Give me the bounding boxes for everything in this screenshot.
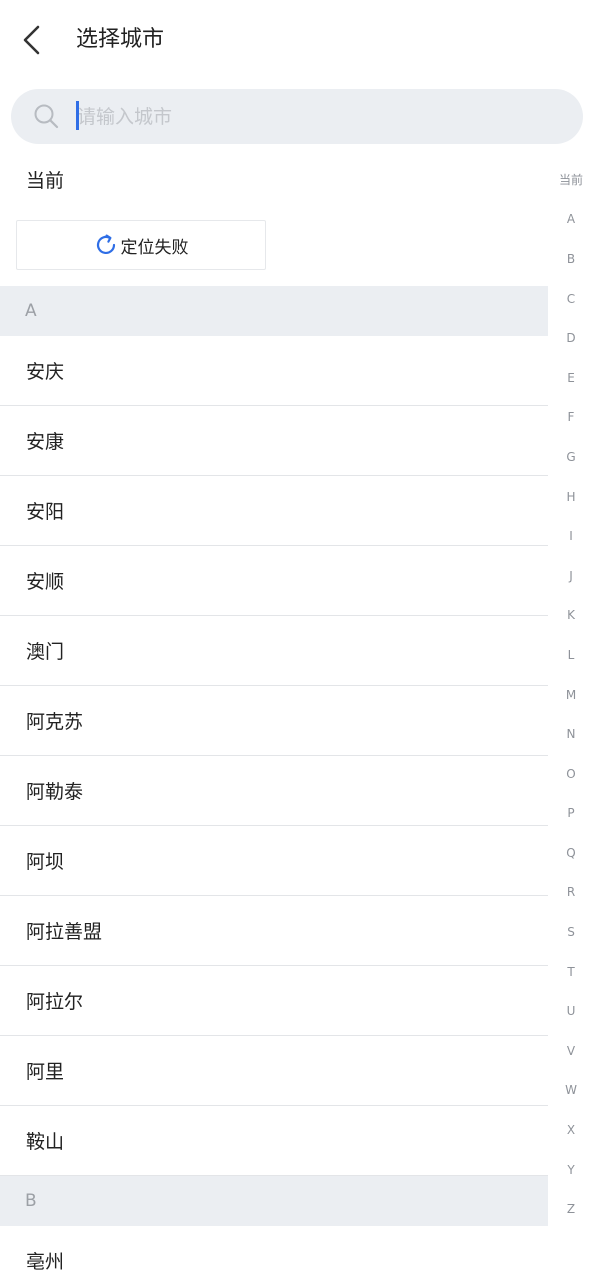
index-letter[interactable]: B <box>552 239 590 279</box>
index-letter[interactable]: 当前 <box>552 160 590 200</box>
page-title: 选择城市 <box>76 27 165 52</box>
city-item[interactable]: 鞍山 <box>0 1106 548 1176</box>
index-letter[interactable]: U <box>552 991 590 1031</box>
index-letter[interactable]: P <box>552 794 590 834</box>
index-letter[interactable]: Z <box>552 1189 590 1229</box>
city-item[interactable]: 安阳 <box>0 476 548 546</box>
index-letter[interactable]: V <box>552 1031 590 1071</box>
text-cursor <box>76 101 79 130</box>
city-list: A 安庆 安康 安阳 安顺 澳门 阿克苏 阿勒泰 阿坝 阿拉善盟 阿拉尔 阿里 鞍山 B 亳州 <box>0 286 548 1280</box>
index-letter[interactable]: E <box>552 358 590 398</box>
index-letter[interactable]: T <box>552 952 590 992</box>
index-letter[interactable]: W <box>552 1071 590 1111</box>
index-letter[interactable]: N <box>552 714 590 754</box>
city-item[interactable]: 安顺 <box>0 546 548 616</box>
section-header: A <box>0 286 548 336</box>
index-letter[interactable]: G <box>552 437 590 477</box>
city-item[interactable]: 澳门 <box>0 616 548 686</box>
index-letter[interactable]: F <box>552 398 590 438</box>
locate-button[interactable]: 定位失败 <box>16 220 266 270</box>
index-letter[interactable]: O <box>552 754 590 794</box>
city-item[interactable]: 安庆 <box>0 336 548 406</box>
index-letter[interactable]: D <box>552 318 590 358</box>
city-item[interactable]: 阿克苏 <box>0 686 548 756</box>
city-item[interactable]: 阿拉尔 <box>0 966 548 1036</box>
section-header: B <box>0 1176 548 1226</box>
alphabet-index-bar[interactable]: 当前 A B C D E F G H I J K L M N O P Q R S T U V W X Y Z <box>552 160 590 1229</box>
index-letter[interactable]: L <box>552 635 590 675</box>
index-letter[interactable]: M <box>552 675 590 715</box>
city-item[interactable]: 安康 <box>0 406 548 476</box>
search-bar[interactable] <box>11 89 583 144</box>
city-item[interactable]: 阿坝 <box>0 826 548 896</box>
city-item[interactable]: 阿勒泰 <box>0 756 548 826</box>
index-letter[interactable]: S <box>552 912 590 952</box>
locate-status-text: 定位失败 <box>120 237 189 258</box>
index-letter[interactable]: I <box>552 516 590 556</box>
city-item[interactable]: 亳州 <box>0 1226 548 1280</box>
index-letter[interactable]: H <box>552 477 590 517</box>
index-letter[interactable]: C <box>552 279 590 319</box>
index-letter[interactable]: R <box>552 873 590 913</box>
index-letter[interactable]: J <box>552 556 590 596</box>
index-letter[interactable]: X <box>552 1110 590 1150</box>
city-item[interactable]: 阿拉善盟 <box>0 896 548 966</box>
header-bar: 选择城市 <box>0 0 594 80</box>
search-icon <box>34 104 59 129</box>
city-item[interactable]: 阿里 <box>0 1036 548 1106</box>
current-location-label: 当前 <box>26 170 65 192</box>
index-letter[interactable]: Y <box>552 1150 590 1190</box>
back-button[interactable] <box>14 20 54 60</box>
chevron-left-icon <box>23 25 40 55</box>
index-letter[interactable]: A <box>552 200 590 240</box>
search-input[interactable] <box>77 100 557 134</box>
index-letter[interactable]: K <box>552 596 590 636</box>
index-letter[interactable]: Q <box>552 833 590 873</box>
refresh-icon <box>96 234 115 254</box>
